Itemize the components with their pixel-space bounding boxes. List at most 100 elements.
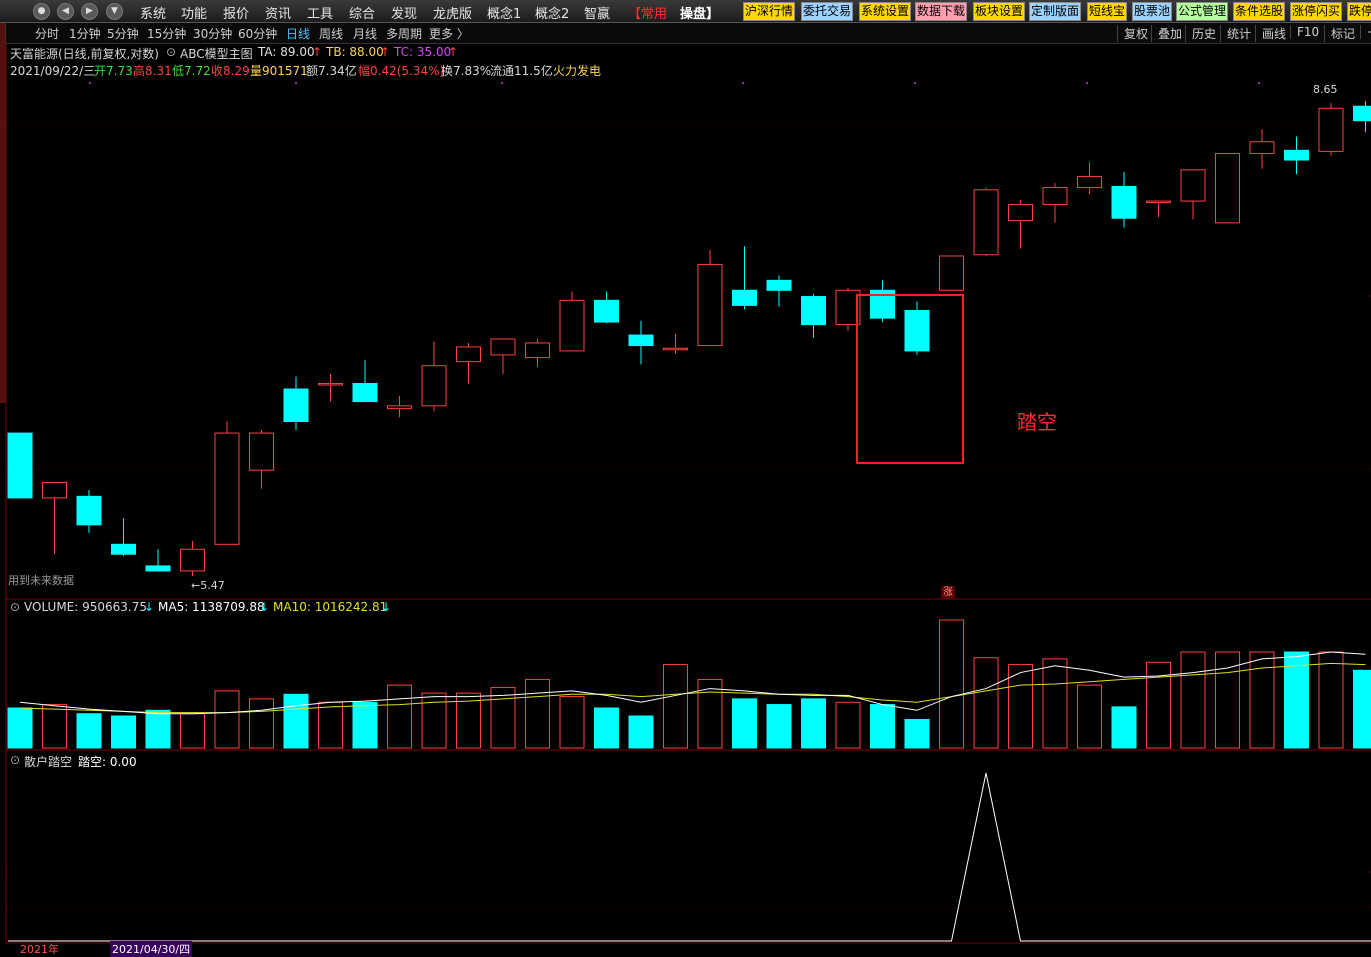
candle-body [8,433,32,498]
volume-bar [1354,670,1371,748]
candle-body [422,366,446,406]
indicator-settings-icon-2[interactable]: ⊙ [10,753,20,767]
candle-body [353,383,377,401]
high-price-marker: 8.65 [1313,83,1338,96]
candle-body [1285,150,1309,160]
volume-bar [629,716,653,748]
volume-bar [77,714,101,748]
candle-body [77,496,101,524]
ma10-value: MA10: 1016242.81 [273,600,387,614]
candle-body [940,256,964,290]
date-axis-year: 2021年 [20,941,59,957]
candle-body [250,433,274,470]
indicator-panel-name[interactable]: 散户踏空 [24,753,72,770]
candle-body [629,335,653,346]
volume-bar [1078,685,1102,748]
volume-value: VOLUME: 950663.75 [24,600,147,614]
candle-body [560,300,584,351]
candle-body [595,300,619,322]
candle-body [767,280,791,290]
candle-body [43,482,67,497]
volume-bar [698,679,722,748]
volume-bar [8,708,32,748]
candle-body [802,297,826,325]
volume-bar [526,679,550,748]
candle-body [215,433,239,544]
ma10-down-icon: ↓ [381,600,391,614]
volume-bar [43,705,67,748]
volume-bar [181,714,205,748]
low-price-marker: ←5.47 [191,579,225,592]
volume-settings-icon[interactable]: ⊙ [10,600,20,614]
candle-body [664,348,688,350]
cursor-date-label: 2021/04/30/四 [110,941,192,957]
candle-body [146,566,170,571]
candle-body [1043,188,1067,205]
candle-body [1181,170,1205,201]
candle-body [698,264,722,345]
volume-bar [146,710,170,748]
future-data-note: 用到未来数据 [8,572,74,588]
volume-bar [836,702,860,748]
marker-dot [914,82,916,84]
ma5-value: MA5: 1138709.88 [158,600,265,614]
volume-bar [871,705,895,748]
candle-body [1147,201,1171,203]
signal-badge[interactable]: 涨 [941,586,955,599]
candle-body [457,347,481,362]
volume-bar [422,693,446,748]
candle-body [1009,204,1033,220]
candle-body [733,290,757,305]
volume-bar [1112,707,1136,748]
volume-bar [1009,665,1033,748]
volume-bar [560,697,584,748]
candle-body [1319,108,1343,151]
annotation-box [856,294,964,464]
candle-body [1078,176,1102,187]
candle-body [491,339,515,355]
volume-bar [767,705,791,748]
candle-body [1250,142,1274,154]
candle-body [181,549,205,571]
candle-body [1112,186,1136,218]
tako-signal-line [8,773,1371,941]
candle-body [1216,154,1240,223]
volume-bar [905,719,929,748]
volume-bar [319,702,343,748]
volume-down-icon: ↓ [144,600,154,614]
candle-body [319,383,343,385]
volume-bar [940,620,964,748]
kline-chart[interactable] [0,0,1371,952]
volume-bar [1319,652,1343,748]
volume-bar [733,699,757,748]
candle-body [1354,106,1371,120]
marker-dot [1258,82,1260,84]
volume-bar [215,691,239,748]
marker-dot [89,82,91,84]
marker-dot [295,82,297,84]
marker-dot [1086,82,1088,84]
volume-bar [664,665,688,748]
candle-body [388,406,412,409]
volume-bar [353,702,377,748]
volume-bar [1043,659,1067,748]
volume-bar [595,708,619,748]
volume-bar [250,699,274,748]
indicator-panel-value: 踏空: 0.00 [78,753,137,770]
volume-bar [284,694,308,748]
volume-bar [802,699,826,748]
volume-bar [974,658,998,748]
volume-bar [491,687,515,748]
candle-body [974,190,998,255]
marker-dot [501,82,503,84]
volume-bar [1181,652,1205,748]
volume-bar [1250,652,1274,748]
volume-bar [388,685,412,748]
ma5-down-icon: ↓ [259,600,269,614]
candle-body [526,343,550,358]
candle-body [284,389,308,421]
marker-dot [742,82,744,84]
volume-bar [112,716,136,748]
volume-bar [1216,652,1240,748]
annotation-label: 踏空 [1017,406,1057,435]
